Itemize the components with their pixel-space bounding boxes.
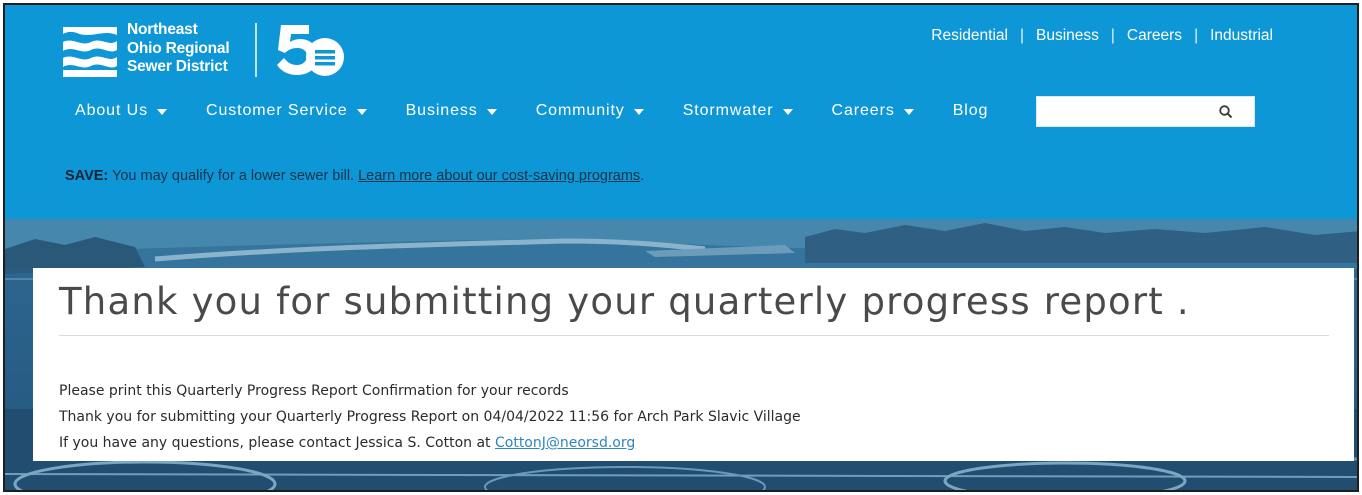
utility-nav: Residential | Business | Careers | Indus…	[931, 27, 1273, 45]
logo-divider	[255, 23, 257, 77]
util-link-residential[interactable]: Residential	[931, 27, 1008, 45]
caret-down-icon	[157, 109, 168, 115]
contact-email-link[interactable]: CottonJ@neorsd.org	[495, 435, 635, 451]
confirmation-body: Please print this Quarterly Progress Rep…	[59, 378, 801, 456]
confirmation-line-2: Thank you for submitting your Quarterly …	[59, 409, 801, 425]
site-header: Northeast Ohio Regional Sewer District R…	[5, 5, 1357, 219]
search-icon[interactable]	[1218, 104, 1234, 120]
confirmation-line-3: If you have any questions, please contac…	[59, 430, 801, 456]
nav-blog[interactable]: Blog	[953, 102, 989, 120]
caret-down-icon	[356, 109, 367, 115]
promo-banner: SAVE: You may qualify for a lower sewer …	[65, 168, 644, 184]
nav-label: Blog	[952, 102, 989, 119]
caret-down-icon	[782, 109, 793, 115]
logo-line-1: Northeast	[127, 21, 198, 38]
promo-text: You may qualify for a lower sewer bill.	[108, 168, 359, 184]
util-link-business[interactable]: Business	[1036, 27, 1099, 45]
nav-label: Customer Service	[206, 102, 348, 119]
search-input[interactable]	[1037, 97, 1217, 126]
nav-label: Business	[405, 102, 478, 119]
page-frame: Northeast Ohio Regional Sewer District R…	[3, 3, 1359, 492]
search-box	[1036, 96, 1255, 127]
logo-line-2: Ohio Regional	[127, 39, 230, 57]
nav-business[interactable]: Business	[406, 102, 497, 120]
caret-down-icon	[903, 109, 914, 115]
caret-down-icon	[633, 109, 644, 115]
waves-logo-icon	[63, 27, 117, 77]
util-separator: |	[1194, 27, 1199, 44]
nav-label: Careers	[831, 102, 895, 119]
util-separator: |	[1019, 27, 1024, 44]
nav-about-us[interactable]: About Us	[75, 102, 168, 120]
contact-text: If you have any questions, please contac…	[59, 435, 495, 451]
caret-down-icon	[486, 109, 497, 115]
promo-trailing: .	[640, 168, 645, 184]
confirmation-line-1: Please print this Quarterly Progress Rep…	[59, 383, 569, 399]
util-link-industrial[interactable]: Industrial	[1210, 27, 1273, 45]
promo-label: SAVE:	[65, 168, 109, 184]
fifty-anniversary-logo-icon	[277, 25, 344, 76]
confirmation-card: Thank you for submitting your quarterly …	[33, 268, 1354, 461]
nav-label: Stormwater	[682, 102, 774, 119]
util-separator: |	[1110, 27, 1115, 44]
main-nav: About Us Customer Service Business Commu…	[75, 102, 998, 120]
nav-stormwater[interactable]: Stormwater	[683, 102, 793, 120]
nav-label: Community	[535, 102, 625, 119]
util-link-careers[interactable]: Careers	[1127, 27, 1182, 45]
logo-line-3: Sewer District	[127, 58, 228, 75]
nav-community[interactable]: Community	[536, 102, 644, 120]
logo-wordmark: Northeast Ohio Regional Sewer District	[127, 21, 230, 77]
site-logo[interactable]: Northeast Ohio Regional Sewer District	[63, 19, 353, 81]
nav-careers[interactable]: Careers	[832, 102, 914, 120]
nav-label: About Us	[75, 102, 149, 119]
nav-customer-service[interactable]: Customer Service	[206, 102, 367, 120]
page-title: Thank you for submitting your quarterly …	[59, 278, 1329, 336]
promo-link[interactable]: Learn more about our cost-saving program…	[358, 168, 640, 184]
